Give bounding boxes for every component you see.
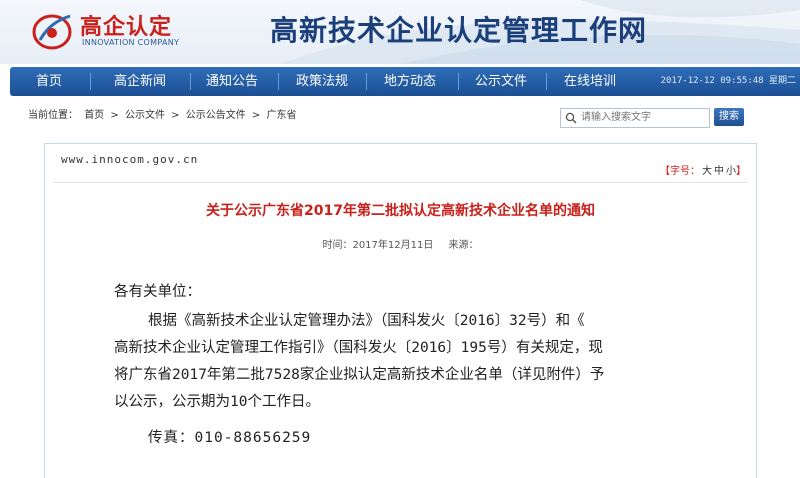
font-size-medium[interactable]: 中: [714, 166, 724, 177]
breadcrumb-link-home[interactable]: 首页: [84, 110, 104, 121]
paragraph-line: 根据《高新技术企业认定管理办法》（国科发火〔2016〕32号）和《: [148, 313, 585, 329]
article-paragraph: 根据《高新技术企业认定管理办法》（国科发火〔2016〕32号）和《 高新技术企业…: [68, 308, 708, 416]
nav-divider: [366, 73, 367, 90]
nav-item-local-news[interactable]: 地方动态: [370, 67, 450, 96]
nav-item-home[interactable]: 首页: [24, 67, 74, 96]
search-input[interactable]: [581, 109, 705, 125]
breadcrumb-link-announcements[interactable]: 公示公告文件: [186, 110, 246, 121]
font-size-selector: 【字号：大中小】: [660, 162, 746, 177]
logo-mark-icon: [32, 14, 72, 50]
breadcrumb-link-public-files[interactable]: 公示文件: [125, 110, 165, 121]
breadcrumb-separator: >: [110, 110, 119, 121]
breadcrumb-separator: >: [251, 110, 261, 121]
paragraph-line: 高新技术企业认定管理工作指引》（国科发火〔2016〕195号）有关规定，现: [114, 340, 603, 356]
nav-divider: [278, 73, 279, 90]
nav-divider: [458, 73, 459, 90]
nav-divider: [190, 73, 191, 90]
breadcrumb-prefix: 当前位置：: [28, 110, 78, 121]
breadcrumb: 当前位置： 首页 > 公示文件 > 公示公告文件 > 广东省: [28, 106, 299, 126]
breadcrumb-separator: >: [171, 110, 180, 121]
breadcrumb-current: 广东省: [266, 110, 297, 121]
site-header: 高企认定 INNOVATION COMPANY 高新技术企业认定管理工作网: [0, 0, 800, 64]
article-greeting: 各有关单位：: [114, 284, 201, 300]
font-size-small[interactable]: 小: [726, 166, 736, 177]
article-meta: 时间：2017年12月11日 来源：: [45, 236, 756, 251]
site-logo[interactable]: 高企认定 INNOVATION COMPANY: [30, 6, 190, 56]
search-field[interactable]: [560, 108, 710, 128]
nav-item-online-training[interactable]: 在线培训: [550, 67, 630, 96]
site-title: 高新技术企业认定管理工作网: [270, 14, 648, 47]
nav-item-policies[interactable]: 政策法规: [282, 67, 362, 96]
paragraph-line: 将广东省2017年第二批7528家企业拟认定高新技术企业名单（详见附件）予: [114, 367, 605, 383]
article-title: 关于公示广东省2017年第二批拟认定高新技术企业名单的通知: [206, 203, 595, 219]
main-nav: 首页 高企新闻 通知公告 政策法规 地方动态 公示文件 在线培训 2017-12…: [10, 67, 800, 96]
logo-subtitle: INNOVATION COMPANY: [82, 38, 180, 47]
search-button[interactable]: 搜索: [714, 108, 744, 126]
nav-item-notices[interactable]: 通知公告: [196, 67, 268, 96]
search-icon: [565, 112, 577, 124]
article-source: 来源：: [448, 240, 479, 251]
nav-divider: [90, 73, 91, 90]
logo-text: 高企认定: [80, 15, 173, 40]
article-url: www.innocom.gov.cn: [61, 153, 199, 166]
font-size-close: 】: [736, 166, 746, 177]
nav-item-public-files[interactable]: 公示文件: [462, 67, 540, 96]
nav-datetime: 2017-12-12 09:55:48 星期二: [660, 76, 796, 86]
article-date: 时间：2017年12月11日: [322, 240, 434, 251]
font-size-label: 【字号：: [660, 166, 700, 177]
paragraph-line: 以公示，公示期为10个工作日。: [114, 394, 320, 410]
nav-divider: [546, 73, 547, 90]
nav-item-news[interactable]: 高企新闻: [104, 67, 176, 96]
divider: [53, 182, 748, 183]
font-size-large[interactable]: 大: [702, 166, 712, 177]
article-fax: 传真：010-88656259: [148, 430, 312, 446]
